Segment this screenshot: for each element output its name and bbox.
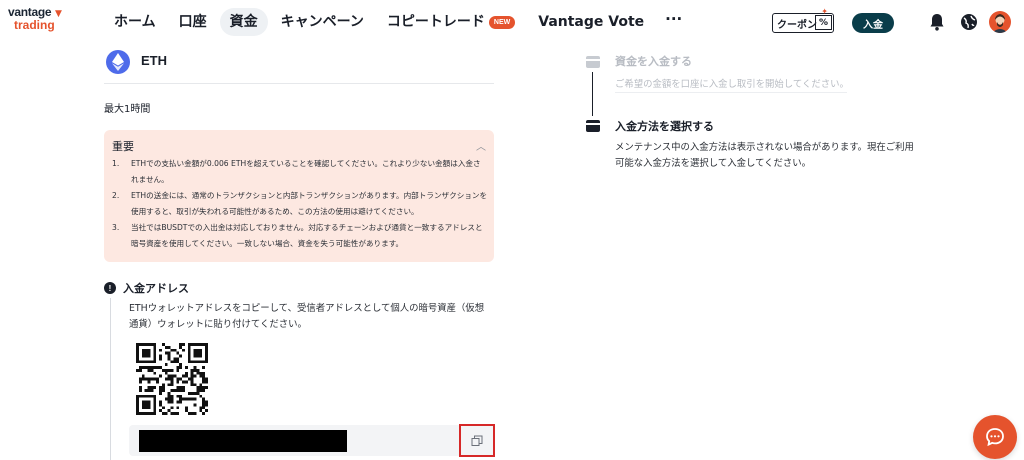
notice-item: 2. ETHの送金には、通常のトランザクションと内部トランザクションがあります。内…	[112, 188, 488, 220]
wallet-icon	[586, 56, 600, 68]
notice-item-number: 1.	[112, 159, 120, 168]
logo-swoosh-icon: ▼	[55, 9, 62, 19]
ribbon-icon: ✦	[821, 7, 828, 16]
more-menu-button[interactable]: ···	[657, 10, 690, 34]
coupon-label: クーポン	[777, 19, 817, 31]
processing-time: 最大1時間	[104, 104, 151, 115]
qr-code	[136, 343, 208, 415]
copy-icon	[471, 435, 483, 446]
step-divider	[615, 92, 847, 93]
bell-icon[interactable]	[929, 13, 945, 31]
notice-item-number: 3.	[112, 223, 120, 232]
main-nav: ホーム 口座 資金 キャンペーン コピートレード NEW Vantage Vote…	[104, 8, 693, 36]
logo-line2: trading	[14, 18, 55, 32]
new-badge: NEW	[488, 15, 516, 29]
deposit-button[interactable]: 入金	[852, 13, 894, 33]
ethereum-icon	[106, 50, 130, 74]
coupon-button[interactable]: クーポン % ✦	[772, 7, 834, 33]
nav-item-campaign[interactable]: キャンペーン	[271, 8, 374, 36]
nav-item-home[interactable]: ホーム	[104, 8, 166, 36]
nav-item-funds[interactable]: 資金	[219, 8, 268, 36]
notice-item-text: ETHでの支払い金額が0.006 ETHを超えていることを確認してください。これ…	[131, 159, 481, 184]
notice-item: 1. ETHでの支払い金額が0.006 ETHを超えていることを確認してください。…	[112, 156, 488, 188]
deposit-address-title: 入金アドレス	[123, 282, 189, 295]
coupon-percent-icon: %	[815, 15, 832, 30]
vantage-logo[interactable]: vantage trading ▼	[8, 6, 70, 36]
nav-item-vantage-vote[interactable]: Vantage Vote	[528, 8, 654, 36]
notice-item-number: 2.	[112, 191, 120, 200]
chevron-up-icon[interactable]: ︿	[476, 138, 486, 153]
important-notice: 重要 ︿ 1. ETHでの支払い金額が0.006 ETHを超えていることを確認して…	[104, 130, 494, 262]
nav-item-copy-trade-label: コピートレード	[386, 14, 485, 30]
address-rail-divider	[110, 298, 111, 460]
step-connector	[592, 72, 593, 116]
copy-address-button[interactable]	[459, 424, 495, 457]
step-title-deposit-funds: 資金を入金する	[615, 55, 692, 68]
nav-item-copy-trade[interactable]: コピートレード NEW	[377, 8, 525, 36]
coin-name: ETH	[141, 53, 167, 68]
step-desc-deposit-funds: ご希望の金額を口座に入金し取引を開始してください。	[615, 79, 849, 90]
chat-bubble-icon	[986, 428, 1004, 447]
top-navigation-bar: vantage trading ▼ ホーム 口座 資金 キャンペーン コピートレ…	[0, 0, 1024, 44]
avatar[interactable]	[989, 11, 1011, 33]
info-icon: !	[104, 282, 116, 294]
notice-item-text: ETHの送金には、通常のトランザクションと内部トランザクションがあります。内部ト…	[131, 191, 488, 216]
notice-title: 重要	[112, 140, 134, 153]
nav-item-account[interactable]: 口座	[169, 8, 217, 36]
notice-item-text: 当社ではBUSDTでの入出金は対応しておりません。対応するチェーンおよび通貨と一…	[131, 223, 483, 248]
card-icon	[586, 120, 600, 132]
notice-item: 3. 当社ではBUSDTでの入出金は対応しておりません。対応するチェーンおよび通貨…	[112, 220, 488, 252]
wallet-address-field[interactable]	[129, 425, 495, 456]
deposit-address-header: ! 入金アドレス	[104, 280, 189, 296]
redacted-address	[139, 430, 347, 452]
step-desc-select-method: メンテナンス中の入金方法は表示されない場合があります。現在ご利用可能な入金方法を…	[615, 142, 914, 169]
chat-button[interactable]	[973, 415, 1017, 459]
notice-list: 1. ETHでの支払い金額が0.006 ETHを超えていることを確認してください。…	[112, 156, 488, 252]
deposit-address-description: ETHウォレットアドレスをコピーして、受信者アドレスとして個人の暗号資産（仮想通…	[129, 303, 485, 330]
globe-icon[interactable]	[960, 13, 978, 31]
step-title-select-method: 入金方法を選択する	[615, 120, 714, 133]
coin-selector[interactable]: ETH	[104, 48, 494, 84]
